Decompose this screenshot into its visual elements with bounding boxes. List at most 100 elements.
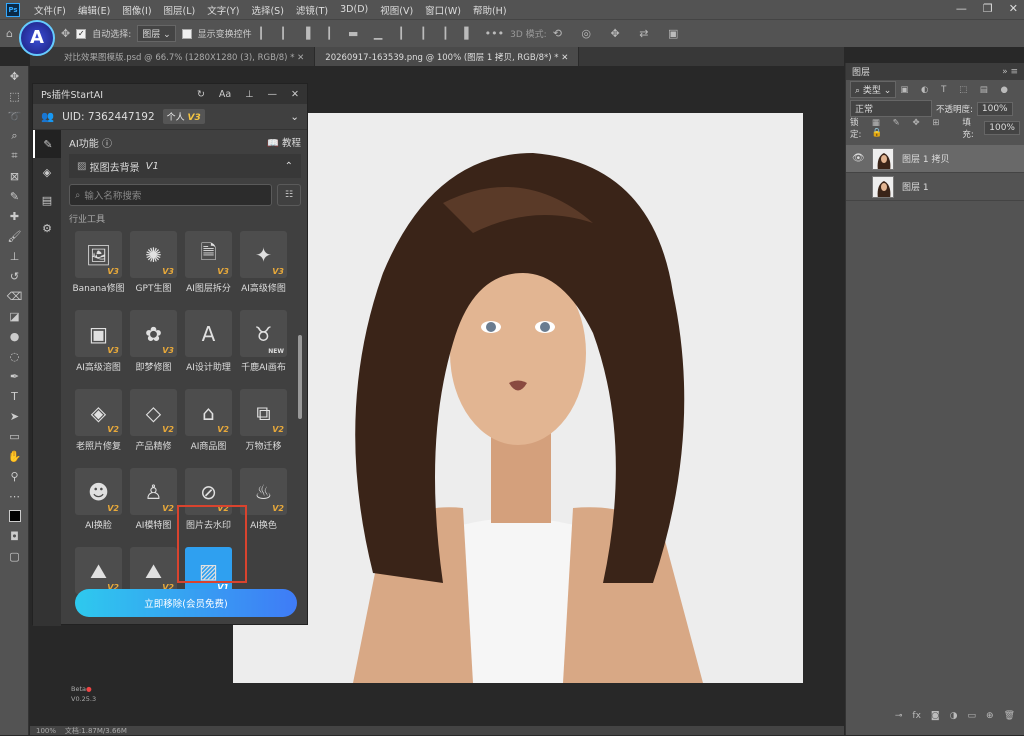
auto-select-dropdown[interactable]: 图层 ⌄ xyxy=(137,25,176,42)
panel-menu-icon[interactable]: » ≡ xyxy=(1002,67,1018,77)
menu-type[interactable]: 文字(Y) xyxy=(201,3,245,17)
group-folder-icon[interactable]: ▭ xyxy=(968,711,977,727)
filter-icons[interactable]: ▣ ◐ T ⬚ ▤ ● xyxy=(900,85,1013,95)
plugin-scrollbar[interactable] xyxy=(298,335,302,419)
tool-item[interactable]: ♉ NEW 千鹿AI画布 xyxy=(238,310,289,373)
blend-mode-dropdown[interactable]: 正常 xyxy=(850,100,932,117)
tool-card[interactable]: ⧉ V2 xyxy=(240,389,287,436)
tab-template[interactable]: 对比效果图模版.psd @ 66.7% (1280X1280 (3), RGB/… xyxy=(30,47,316,66)
trash-icon[interactable]: 🗑 xyxy=(1004,711,1015,727)
home-icon[interactable]: ⌂ xyxy=(6,27,13,40)
opacity-input[interactable]: 100% xyxy=(976,101,1013,116)
tool-item[interactable]: ⌂ V2 AI商品图 xyxy=(183,389,234,452)
pin-icon[interactable]: ⊥ xyxy=(245,89,253,100)
tool-card[interactable]: ⛰ V2 xyxy=(75,547,122,594)
blur-icon[interactable]: ● xyxy=(0,326,29,346)
ai-tools-icon[interactable]: ✎ xyxy=(33,130,61,158)
tool-card[interactable]: ✺ V3 xyxy=(130,231,177,278)
menu-edit[interactable]: 编辑(E) xyxy=(72,3,116,17)
plan-badge[interactable]: 个人 V3 xyxy=(162,109,205,124)
woman-portrait-image[interactable] xyxy=(233,113,803,683)
color-swatch-icon[interactable] xyxy=(0,506,29,526)
crop-icon[interactable]: ⌗ xyxy=(0,146,29,166)
minimize-icon[interactable]: — xyxy=(956,2,967,15)
menu-help[interactable]: 帮助(H) xyxy=(467,3,513,17)
lock-icons[interactable]: ▦ ✎ ✥ ⊞ 🔒 xyxy=(872,118,958,138)
tool-item[interactable]: ✿ V3 即梦修图 xyxy=(128,310,179,373)
healing-icon[interactable]: ✚ xyxy=(0,206,29,226)
tool-item[interactable]: ◈ V2 老照片修复 xyxy=(73,389,124,452)
close-icon[interactable]: ✕ xyxy=(291,89,299,100)
stamp-icon[interactable]: ⊥ xyxy=(0,246,29,266)
fill-input[interactable]: 100% xyxy=(984,120,1020,135)
new-layer-icon[interactable]: ⊕ xyxy=(986,711,994,727)
more-icon[interactable]: ••• xyxy=(485,27,504,40)
font-size-icon[interactable]: Aa xyxy=(219,89,231,100)
tool-card[interactable]: ☻ V2 xyxy=(75,468,122,515)
tutorial-link[interactable]: 📖 教程 xyxy=(267,135,301,149)
history-brush-icon[interactable]: ↺ xyxy=(0,266,29,286)
lasso-icon[interactable]: ➰ xyxy=(0,106,29,126)
grid-view-icon[interactable]: ☷ xyxy=(277,184,301,206)
tool-card[interactable]: ♙ V2 xyxy=(130,468,177,515)
tool-item[interactable]: ⧉ V2 万物迁移 xyxy=(238,389,289,452)
auto-select-checkbox[interactable]: ✓ xyxy=(76,28,87,39)
chevron-down-icon[interactable]: ⌄ xyxy=(290,111,299,123)
quick-mask-icon[interactable]: ◘ xyxy=(0,526,29,546)
tool-card[interactable]: ◈ V2 xyxy=(75,389,122,436)
tool-card[interactable]: ✦ V3 xyxy=(240,231,287,278)
document-icon[interactable]: ▤ xyxy=(33,186,61,214)
refresh-icon[interactable]: ↻ xyxy=(197,89,205,100)
tab-current[interactable]: 20260917-163539.png @ 100% (图层 1 拷贝, RGB… xyxy=(315,47,580,66)
bucket-icon[interactable]: ◪ xyxy=(0,306,29,326)
settings-gear-icon[interactable]: ⚙ xyxy=(33,214,61,242)
tool-card[interactable]: 🖼 V3 xyxy=(75,231,122,278)
menu-3d[interactable]: 3D(D) xyxy=(334,4,374,15)
minimize-icon[interactable]: — xyxy=(268,89,278,100)
search-input[interactable]: ⌕ 输入名称搜索 xyxy=(69,184,272,206)
hand-icon[interactable]: ✋ xyxy=(0,446,29,466)
tool-card[interactable]: A xyxy=(185,310,232,357)
rectangle-icon[interactable]: ▭ xyxy=(0,426,29,446)
tool-card[interactable]: ▣ V3 xyxy=(75,310,122,357)
tool-item[interactable]: ☻ V2 AI换脸 xyxy=(73,468,124,531)
layer-row[interactable]: 图层 1 xyxy=(846,173,1024,201)
current-tool-accordion[interactable]: ▨ 抠图去背景 V1 ⌃ xyxy=(69,154,301,178)
3d-tools-icons[interactable]: ⟲ ◎ ✥ ⇄ ▣ xyxy=(553,27,687,40)
tool-item[interactable]: A AI设计助理 xyxy=(183,310,234,373)
tool-card[interactable]: 🗎 V3 xyxy=(185,231,232,278)
link-icon[interactable]: ⊸ xyxy=(895,711,903,727)
tool-card[interactable]: ♨ V2 xyxy=(240,468,287,515)
tool-item[interactable]: ♙ V2 AI模特图 xyxy=(128,468,179,531)
tool-item[interactable]: ✦ V3 AI高级修图 xyxy=(238,231,289,294)
marquee-icon[interactable]: ⬚ xyxy=(0,86,29,106)
move-tool-icon[interactable]: ✥ xyxy=(61,27,70,40)
zoom-icon[interactable]: ⚲ xyxy=(0,466,29,486)
move-icon[interactable]: ✥ xyxy=(0,66,29,86)
menu-file[interactable]: 文件(F) xyxy=(28,3,72,17)
brush-icon[interactable]: 🖌 xyxy=(0,226,29,246)
quick-select-icon[interactable]: ⌕ xyxy=(0,126,29,146)
remove-now-button[interactable]: 立即移除(会员免费) xyxy=(75,589,297,617)
tool-item[interactable]: ✺ V3 GPT生图 xyxy=(128,231,179,294)
tool-card[interactable]: ♉ NEW xyxy=(240,310,287,357)
visibility-eye-icon[interactable]: 👁 xyxy=(852,153,865,164)
menu-select[interactable]: 选择(S) xyxy=(245,3,289,17)
type-icon[interactable]: T xyxy=(0,386,29,406)
dodge-icon[interactable]: ◌ xyxy=(0,346,29,366)
path-select-icon[interactable]: ➤ xyxy=(0,406,29,426)
info-icon[interactable]: ⓘ xyxy=(102,135,112,150)
restore-icon[interactable]: ❐ xyxy=(983,2,993,15)
mask-icon[interactable]: ◙ xyxy=(931,711,940,727)
align-icons[interactable]: ┃ ┃ ▐ ┃ ▬ ▁ ┃ ┃ ┃ ▌ xyxy=(258,27,479,40)
menu-layer[interactable]: 图层(L) xyxy=(158,3,202,17)
tool-item[interactable]: 🖼 V3 Banana修图 xyxy=(72,231,125,294)
menu-image[interactable]: 图像(I) xyxy=(116,3,157,17)
adjustment-icon[interactable]: ◑ xyxy=(950,711,958,727)
layer-row[interactable]: 👁 图层 1 拷贝 xyxy=(846,145,1024,173)
eraser-icon[interactable]: ⌫ xyxy=(0,286,29,306)
kind-dropdown[interactable]: ⌕ 类型 ⌄ xyxy=(850,81,897,98)
tool-item[interactable]: 🗎 V3 AI图层拆分 xyxy=(183,231,234,294)
pen-icon[interactable]: ✒ xyxy=(0,366,29,386)
close-icon[interactable]: ✕ xyxy=(1009,2,1018,15)
